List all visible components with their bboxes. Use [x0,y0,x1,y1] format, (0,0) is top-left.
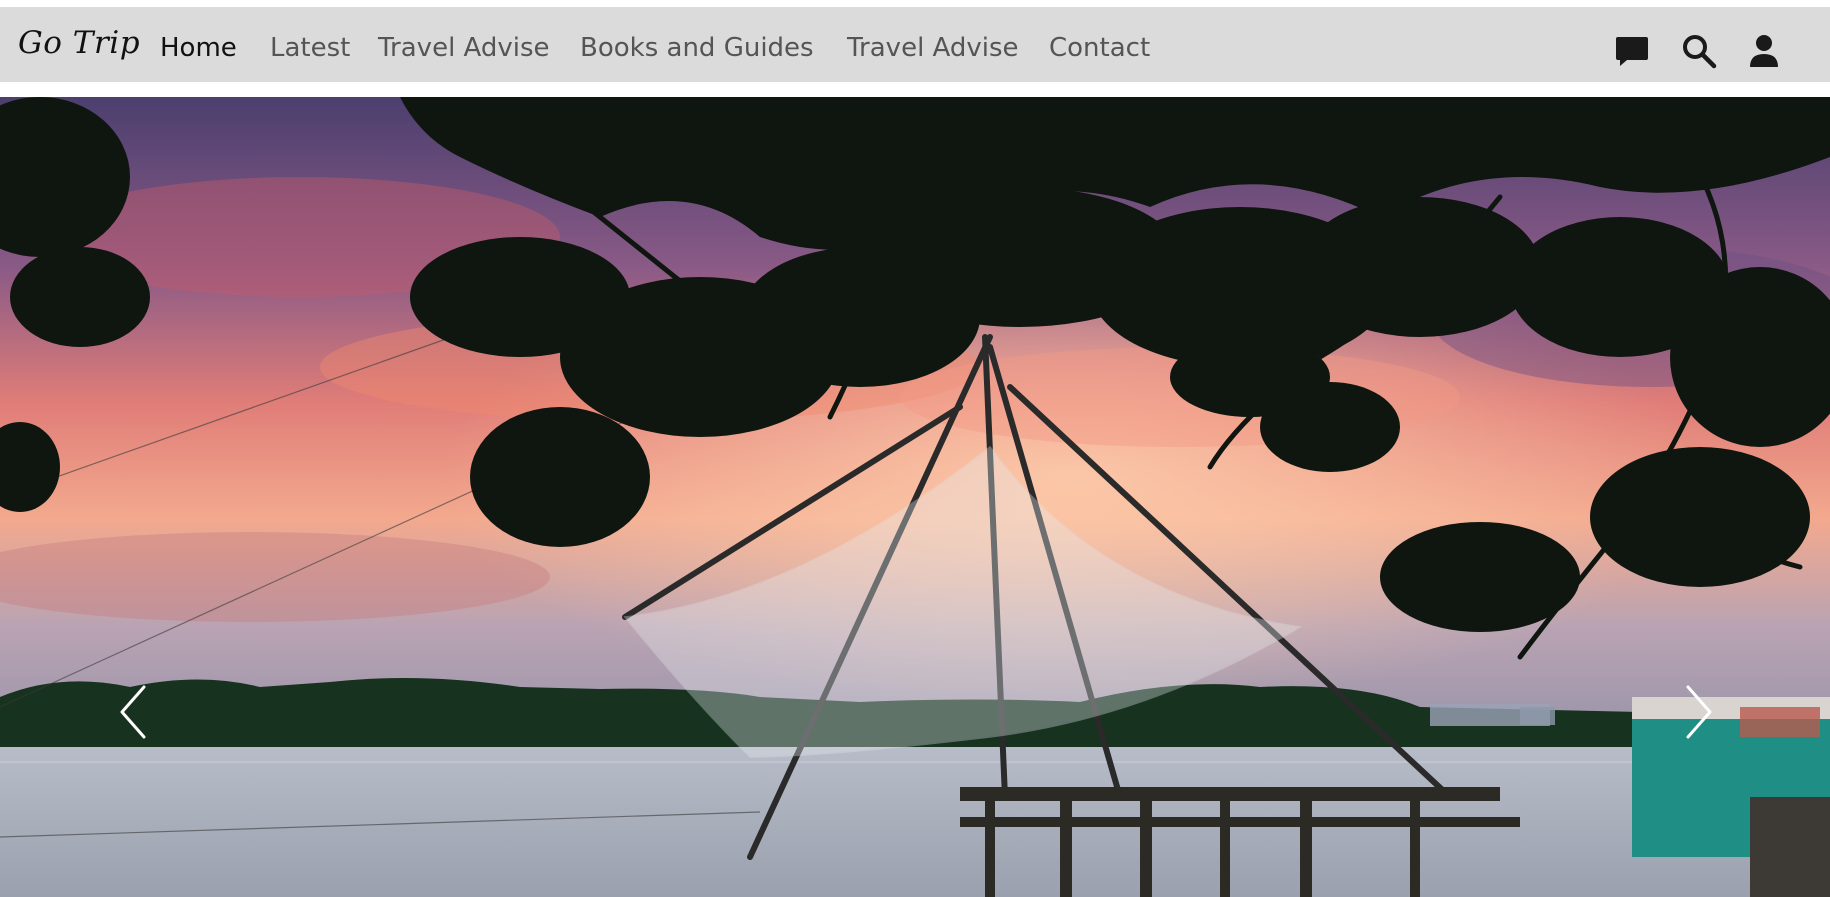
top-strip [0,0,1830,7]
hero-image [0,97,1830,897]
nav-travel-advise-2[interactable]: Travel Advise [847,33,1019,63]
nav-travel-advise[interactable]: Travel Advise [378,33,550,63]
nav-gap [0,82,1830,97]
nav-books-and-guides[interactable]: Books and Guides [580,33,814,63]
chevron-left-icon [120,685,146,739]
navbar: Go Trip Home Latest Travel Advise Books … [0,7,1830,82]
nav-home[interactable]: Home [160,33,237,63]
carousel-prev-button[interactable] [94,677,174,747]
search-icon[interactable] [1681,33,1717,69]
nav-contact[interactable]: Contact [1049,33,1150,63]
carousel-next-button[interactable] [1658,677,1738,747]
nav-latest[interactable]: Latest [270,33,350,63]
chevron-right-icon [1686,685,1712,739]
brand-logo[interactable]: Go Trip [18,25,140,61]
user-icon[interactable] [1746,33,1782,69]
chat-icon[interactable] [1614,33,1650,69]
hero-carousel [0,97,1830,897]
